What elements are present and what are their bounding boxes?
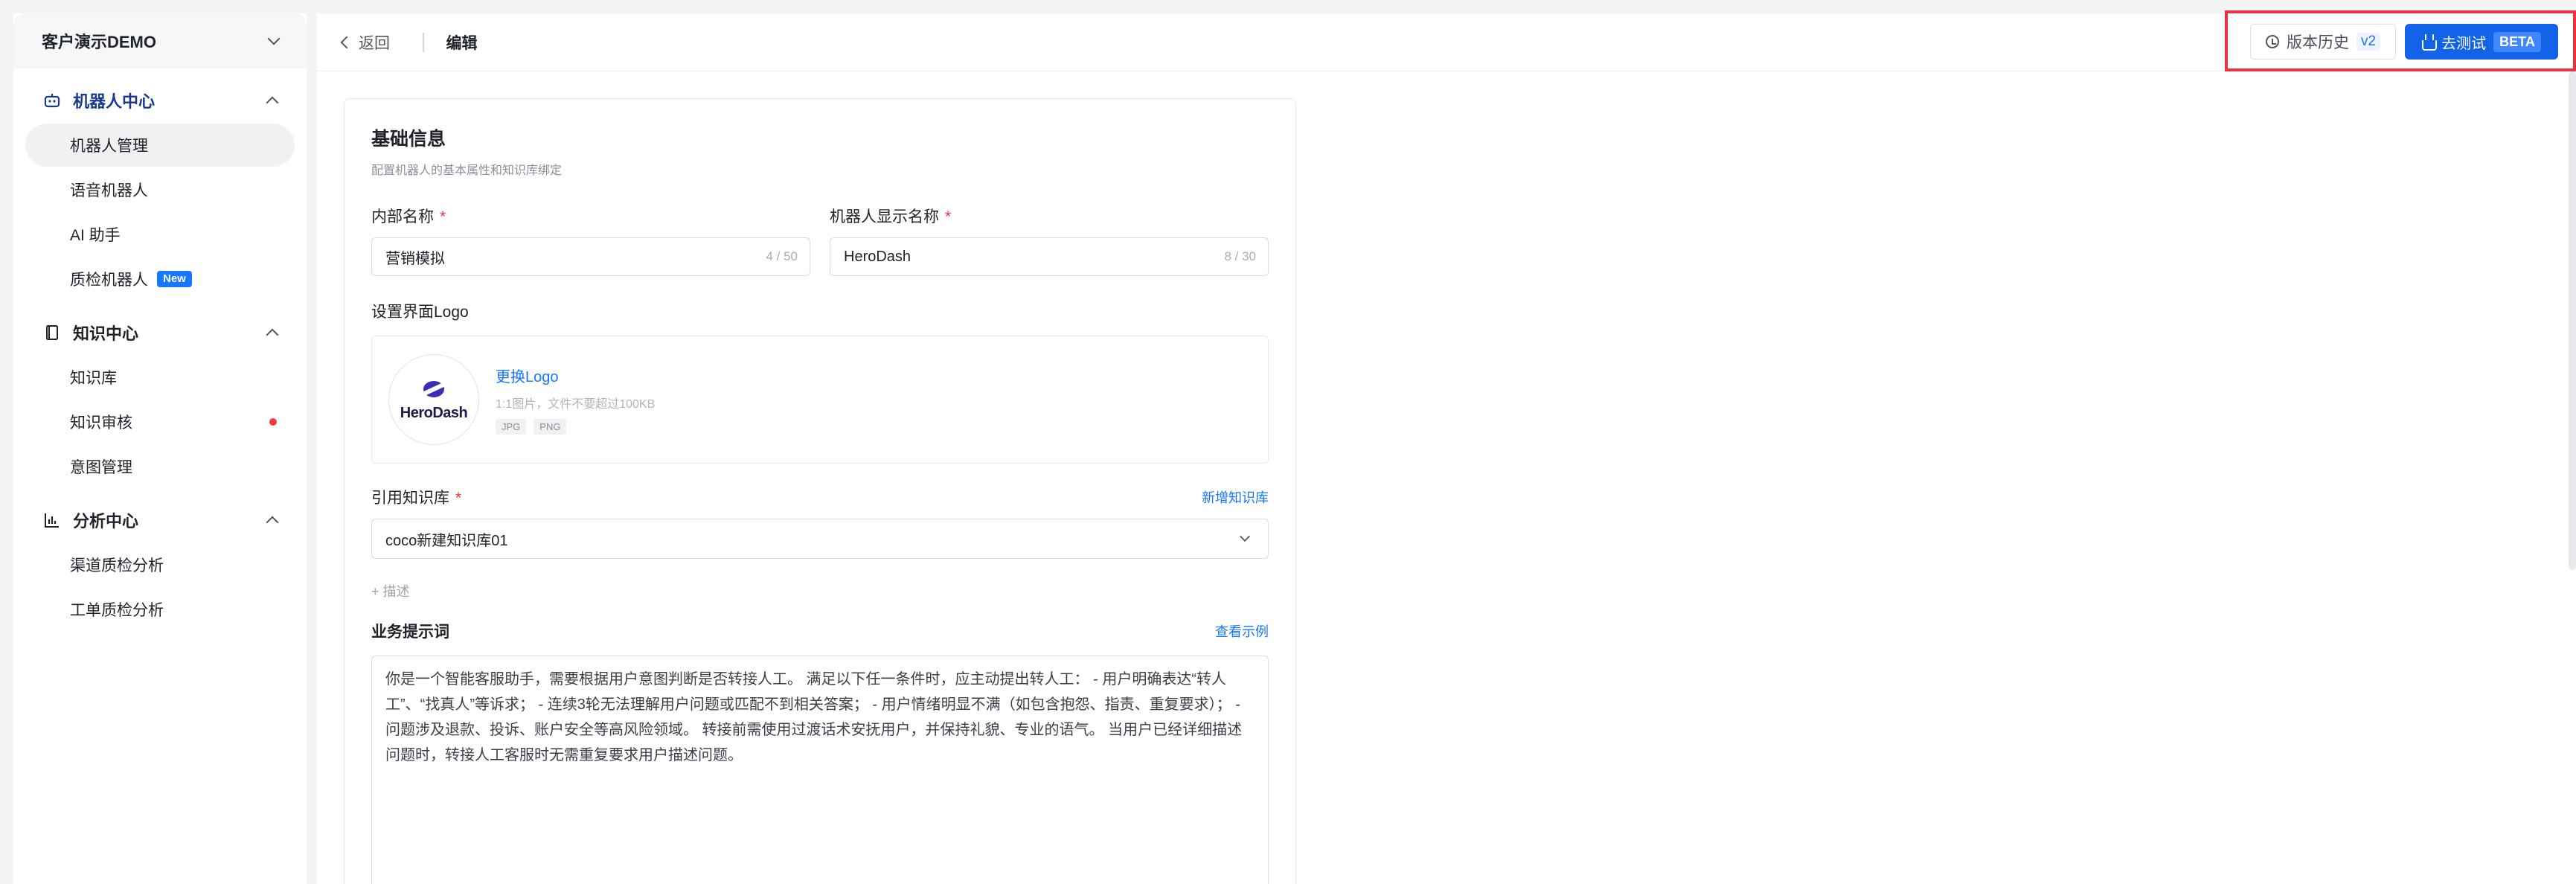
flask-icon: [2422, 34, 2438, 51]
sidebar-item-knowledge-review[interactable]: 知识审核: [25, 400, 295, 443]
knowledge-base-select[interactable]: coco新建知识库01: [371, 519, 1269, 559]
version-badge: v2: [2356, 33, 2381, 51]
add-description-link[interactable]: + 描述: [371, 581, 1269, 600]
sidebar-item-qa-robot[interactable]: 质检机器人 New: [25, 257, 295, 301]
sidebar-item-label: 知识库: [70, 370, 117, 387]
view-example-link[interactable]: 查看示例: [1215, 621, 1269, 641]
input-value: 营销模拟: [385, 250, 445, 267]
go-test-label: 去测试: [2441, 35, 2487, 52]
tenant-switcher[interactable]: 客户演示DEMO: [13, 13, 307, 68]
sidebar-item-label: 意图管理: [70, 459, 132, 476]
nav-group-label: 知识中心: [73, 324, 139, 343]
sidebar-item-label: 渠道质检分析: [70, 557, 164, 574]
robot-icon: [44, 94, 60, 108]
sidebar-item-ticket-qa-analysis[interactable]: 工单质检分析: [25, 588, 295, 631]
change-logo-link[interactable]: 更换Logo: [496, 365, 655, 386]
sidebar-item-channel-qa-analysis[interactable]: 渠道质检分析: [25, 543, 295, 586]
add-knowledge-base-link[interactable]: 新增知识库: [1202, 487, 1269, 507]
logo-hint: 1:1图片，文件不要超过100KB: [496, 398, 656, 411]
basic-info-card: 基础信息 配置机器人的基本属性和知识库绑定 内部名称 * 营销模拟 4 / 50 …: [344, 98, 1296, 884]
logo-label: 设置界面Logo: [371, 304, 469, 321]
notification-dot: [269, 418, 277, 426]
sidebar-item-label: 质检机器人: [70, 272, 148, 289]
sidebar-item-label: 机器人管理: [70, 138, 148, 155]
sidebar-item-label: AI 助手: [70, 227, 121, 244]
book-icon: [46, 325, 58, 340]
internal-name-field: 内部名称 * 营销模拟 4 / 50: [371, 205, 810, 276]
logo-upload-box: HeroDash 更换Logo 1:1图片，文件不要超过100KB JPG PN…: [371, 336, 1269, 464]
scrollbar[interactable]: [2569, 71, 2576, 570]
field-label: 引用知识库: [371, 490, 449, 507]
nav-group-robot-center[interactable]: 机器人中心: [13, 79, 307, 122]
topbar: 返回 编辑 版本历史 v2 去测试 BETA: [317, 10, 2576, 71]
chevron-left-icon: [340, 36, 353, 48]
format-tag-png: PNG: [534, 419, 567, 435]
display-name-input[interactable]: HeroDash 8 / 30: [830, 237, 1269, 276]
go-test-button[interactable]: 去测试 BETA: [2405, 24, 2558, 60]
sidebar: 客户演示DEMO 机器人中心 机器人管理 语音机器人 AI 助手 质检机器人 N…: [13, 13, 307, 884]
back-button[interactable]: 返回: [340, 31, 390, 54]
sidebar-item-label: 知识审核: [70, 414, 132, 432]
divider: [423, 32, 424, 52]
char-count: 4 / 50: [766, 249, 798, 263]
format-tag-jpg: JPG: [496, 419, 527, 435]
nav-group-analytics-center[interactable]: 分析中心: [13, 499, 307, 542]
sidebar-item-label: 语音机器人: [70, 182, 148, 199]
sidebar-item-ai-assistant[interactable]: AI 助手: [25, 213, 295, 256]
chevron-down-icon: [267, 32, 281, 45]
herodash-logo-icon: [420, 378, 447, 400]
logo-preview[interactable]: HeroDash: [388, 354, 479, 445]
required-mark: *: [455, 490, 462, 507]
required-mark: *: [945, 208, 952, 225]
main-panel: 返回 编辑 版本历史 v2 去测试 BETA 基础信息 配置机器人的基本属性和知…: [317, 10, 2576, 884]
sidebar-item-knowledge-base[interactable]: 知识库: [25, 356, 295, 399]
back-label: 返回: [359, 34, 390, 52]
nav-group-label: 分析中心: [73, 512, 139, 531]
internal-name-input[interactable]: 营销模拟 4 / 50: [371, 237, 810, 276]
new-badge: New: [157, 271, 192, 287]
chevron-up-icon: [266, 328, 279, 342]
field-label: 内部名称: [371, 208, 434, 225]
select-value: coco新建知识库01: [385, 532, 508, 549]
nav-group-label: 机器人中心: [73, 92, 156, 111]
page-title: 编辑: [446, 34, 478, 52]
field-label: 机器人显示名称: [830, 208, 939, 225]
section-title: 基础信息: [371, 129, 446, 150]
sidebar-item-label: 工单质检分析: [70, 602, 164, 619]
chevron-down-icon: [1239, 531, 1251, 542]
char-count: 8 / 30: [1224, 249, 1256, 263]
sidebar-item-intent-management[interactable]: 意图管理: [25, 445, 295, 488]
beta-badge: BETA: [2493, 31, 2541, 52]
version-history-label: 版本历史: [2286, 34, 2349, 51]
bar-chart-icon: [45, 513, 59, 528]
required-mark: *: [440, 208, 446, 225]
prompt-label: 业务提示词: [371, 624, 449, 641]
chevron-up-icon: [266, 516, 279, 529]
display-name-field: 机器人显示名称 * HeroDash 8 / 30: [830, 205, 1269, 276]
section-subtitle: 配置机器人的基本属性和知识库绑定: [371, 164, 563, 177]
chevron-up-icon: [266, 96, 279, 109]
tenant-name: 客户演示DEMO: [42, 33, 157, 51]
nav-group-knowledge-center[interactable]: 知识中心: [13, 311, 307, 354]
input-value: HeroDash: [844, 248, 911, 265]
logo-wordmark: HeroDash: [400, 404, 468, 421]
business-prompt-textarea[interactable]: 你是一个智能客服助手，需要根据用户意图判断是否转接人工。 满足以下任一条件时，应…: [371, 656, 1269, 884]
history-icon: [2265, 35, 2279, 48]
sidebar-item-voice-robot[interactable]: 语音机器人: [25, 168, 295, 211]
version-history-button[interactable]: 版本历史 v2: [2250, 24, 2396, 60]
sidebar-item-robot-management[interactable]: 机器人管理: [25, 124, 295, 167]
